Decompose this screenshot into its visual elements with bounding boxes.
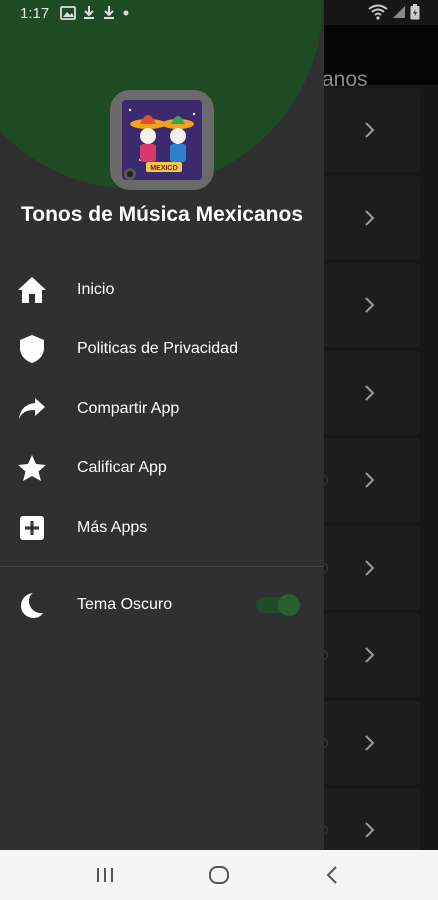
signal-icon	[393, 6, 405, 18]
menu-item-inicio[interactable]: Inicio	[0, 260, 324, 320]
app-logo-image: MEXICO	[122, 100, 202, 180]
menu-item-label: Más Apps	[77, 518, 148, 536]
chevron-right-icon	[365, 647, 375, 663]
background-list-row[interactable]	[324, 263, 420, 347]
drawer-header-title: Tonos de Música Mexicanos	[20, 203, 303, 226]
share-icon	[16, 393, 48, 425]
menu-item-rate-app[interactable]: Calificar App	[0, 439, 324, 499]
dot-icon	[123, 10, 129, 15]
download-icon	[104, 6, 114, 19]
chevron-right-icon	[365, 297, 375, 313]
shield-icon	[16, 333, 48, 365]
background-list-row[interactable]	[324, 88, 420, 172]
menu-item-label: Inicio	[77, 280, 115, 298]
status-bar: 1:17	[0, 0, 438, 25]
chevron-right-icon	[365, 734, 375, 751]
chevron-right-icon	[365, 122, 375, 138]
recent-apps-icon[interactable]	[93, 863, 117, 887]
menu-item-privacy-policy[interactable]: Politicas de Privacidad	[0, 320, 324, 380]
drawer-menu: Inicio Politicas de Privacidad Compartir…	[0, 260, 324, 635]
menu-item-share-app[interactable]: Compartir App	[0, 379, 324, 439]
menu-item-label: Compartir App	[77, 399, 180, 417]
home-button-icon[interactable]	[207, 863, 231, 887]
wifi-icon	[368, 4, 388, 20]
home-icon	[16, 274, 48, 306]
dark-theme-toggle[interactable]	[256, 594, 300, 617]
chevron-right-icon	[365, 472, 375, 488]
drawer-header: MEXICO Tonos de Música Mexicanos	[0, 0, 324, 250]
moon-icon	[16, 589, 48, 621]
toggle-knob	[278, 594, 300, 617]
status-notification-icons	[60, 5, 130, 20]
background-list-row[interactable]	[318, 525, 420, 610]
chevron-right-icon	[365, 822, 375, 838]
chevron-right-icon	[365, 559, 375, 576]
app-logo: MEXICO	[110, 90, 214, 190]
download-icon	[84, 6, 94, 19]
svg-text:MEXICO: MEXICO	[150, 165, 178, 172]
status-system-icons	[368, 4, 420, 20]
plus-box-icon	[16, 512, 48, 544]
status-time: 1:17	[20, 5, 50, 22]
chevron-right-icon	[365, 209, 375, 226]
background-list-row[interactable]	[324, 350, 420, 435]
back-icon[interactable]	[321, 863, 345, 887]
menu-item-more-apps[interactable]: Más Apps	[0, 498, 324, 558]
menu-item-label: Tema Oscuro	[77, 596, 173, 614]
menu-item-label: Calificar App	[77, 459, 167, 477]
battery-icon	[410, 4, 420, 20]
star-icon	[16, 452, 48, 484]
menu-item-dark-theme[interactable]: Tema Oscuro	[0, 576, 324, 636]
system-navigation-bar	[0, 850, 438, 900]
navigation-drawer: MEXICO Tonos de Música Mexicanos Inicio …	[0, 0, 324, 850]
image-icon	[60, 5, 76, 20]
chevron-right-icon	[365, 384, 375, 401]
background-list-row[interactable]	[324, 175, 420, 260]
menu-item-label: Politicas de Privacidad	[77, 340, 238, 358]
background-list-row[interactable]	[318, 438, 420, 522]
menu-divider	[0, 565, 324, 567]
background-list-row[interactable]	[318, 700, 420, 785]
background-list-row[interactable]	[318, 613, 420, 697]
